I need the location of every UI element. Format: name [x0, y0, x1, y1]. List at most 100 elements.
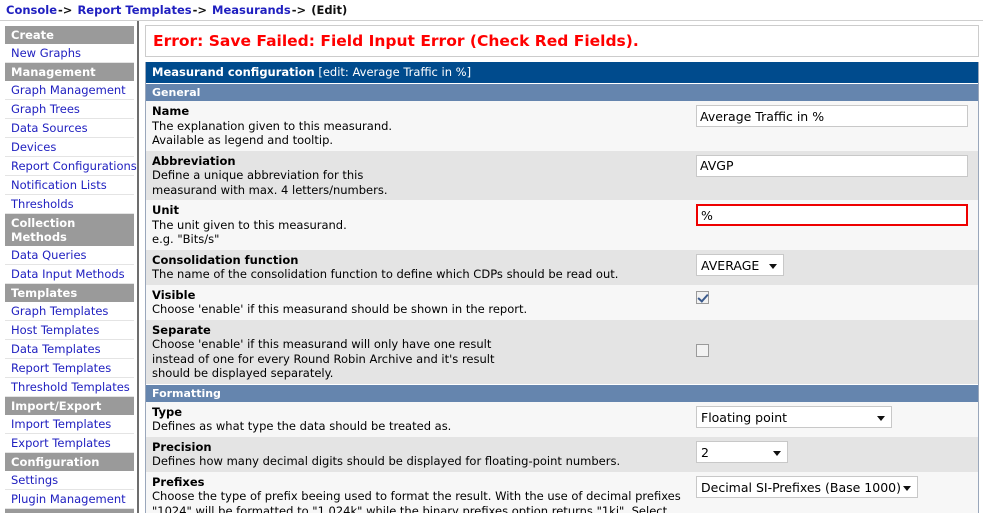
field-title-precision: Precision [152, 439, 212, 454]
field-row-separate: Separate Choose 'enable' if this measura… [146, 319, 978, 384]
field-desc-separate-3: should be displayed separately. [152, 366, 334, 380]
error-message: Error: Save Failed: Field Input Error (C… [145, 25, 979, 57]
sidebar-header-create: Create [5, 26, 134, 44]
sidebar-item-devices[interactable]: Devices [5, 138, 134, 157]
field-desc-prefixes-2: "1024" will be formatted to "1.024k" whi… [152, 503, 668, 513]
sidebar-item-data-sources[interactable]: Data Sources [5, 119, 134, 138]
field-control-precision: 2 [696, 440, 978, 467]
field-label-visible: Visible Choose 'enable' if this measuran… [152, 288, 696, 317]
field-desc-type-1: Defines as what type the data should be … [152, 419, 452, 433]
field-label-precision: Precision Defines how many decimal digit… [152, 440, 696, 469]
sidebar: Create New Graphs Management Graph Manag… [0, 21, 139, 513]
chevron-down-icon [773, 450, 781, 456]
sidebar-item-threshold-templates[interactable]: Threshold Templates [5, 378, 134, 397]
breadcrumb-separator: -> [291, 3, 307, 17]
field-desc-abbreviation-2: measurand with max. 4 letters/numbers. [152, 182, 388, 197]
field-control-name [696, 104, 978, 127]
field-row-visible: Visible Choose 'enable' if this measuran… [146, 284, 978, 320]
measurand-configuration-panel: Measurand configuration [edit: Average T… [145, 62, 979, 513]
breadcrumb-current-edit: (Edit) [311, 3, 348, 17]
sidebar-item-graph-management[interactable]: Graph Management [5, 81, 134, 100]
type-value: Floating point [701, 409, 788, 425]
section-header-formatting: Formatting [146, 383, 978, 402]
page-root: Console-> Report Templates-> Measurands-… [0, 0, 983, 513]
abbreviation-input[interactable] [696, 154, 968, 177]
breadcrumb-separator: -> [192, 3, 208, 17]
field-label-consolidation-function: Consolidation function The name of the c… [152, 253, 696, 282]
field-title-unit: Unit [152, 203, 179, 217]
sidebar-item-report-configurations[interactable]: Report Configurations [5, 157, 137, 176]
sidebar-item-settings[interactable]: Settings [5, 471, 134, 490]
precision-select[interactable]: 2 [696, 440, 788, 463]
name-input[interactable] [696, 105, 968, 127]
panel-title-main: Measurand configuration [152, 65, 315, 79]
sidebar-item-thresholds[interactable]: Thresholds [5, 195, 134, 214]
field-label-abbreviation: Abbreviation Define a unique abbreviatio… [152, 154, 696, 198]
field-desc-visible-1: Choose 'enable' if this measurand should… [152, 302, 528, 316]
prefixes-select[interactable]: Decimal SI-Prefixes (Base 1000) [696, 475, 918, 498]
field-control-separate [696, 323, 978, 361]
sidebar-header-templates: Templates [5, 284, 134, 302]
visible-checkbox[interactable] [696, 290, 709, 304]
field-control-unit [696, 203, 978, 226]
field-title-type: Type [152, 404, 183, 419]
unit-input[interactable] [696, 204, 968, 226]
main-layout: Create New Graphs Management Graph Manag… [0, 21, 983, 513]
field-desc-name-1: The explanation given to this measurand. [152, 118, 393, 133]
field-row-name: Name The explanation given to this measu… [146, 101, 978, 151]
panel-title: Measurand configuration [edit: Average T… [146, 62, 978, 83]
content-area: Error: Save Failed: Field Input Error (C… [139, 21, 983, 513]
breadcrumb-link-measurands[interactable]: Measurands [212, 3, 291, 17]
field-title-visible: Visible [152, 287, 196, 302]
sidebar-item-plugin-management[interactable]: Plugin Management [5, 490, 134, 509]
field-label-prefixes: Prefixes Choose the type of prefix beein… [152, 475, 696, 513]
field-control-visible [696, 288, 978, 308]
field-desc-abbreviation-1: Define a unique abbreviation for this [152, 168, 364, 182]
field-label-separate: Separate Choose 'enable' if this measura… [152, 323, 696, 381]
field-control-consolidation-function: AVERAGE [696, 253, 978, 280]
field-title-abbreviation: Abbreviation [152, 153, 236, 168]
field-control-type: Floating point [696, 405, 978, 432]
separate-checkbox[interactable] [696, 343, 709, 357]
field-desc-name-2: Available as legend and tooltip. [152, 133, 334, 147]
sidebar-item-data-templates[interactable]: Data Templates [5, 340, 134, 359]
field-desc-unit-1: The unit given to this measurand. [152, 217, 347, 232]
field-desc-separate-2: instead of one for every Round Robin Arc… [152, 351, 495, 366]
sidebar-item-graph-templates[interactable]: Graph Templates [5, 302, 134, 321]
field-title-separate: Separate [152, 322, 211, 337]
sidebar-item-new-graphs[interactable]: New Graphs [5, 44, 134, 63]
field-label-type: Type Defines as what type the data shoul… [152, 405, 696, 434]
field-label-unit: Unit The unit given to this measurand. e… [152, 203, 696, 247]
breadcrumb-link-console[interactable]: Console [6, 3, 57, 17]
field-desc-unit-2: e.g. "Bits/s" [152, 232, 220, 246]
field-row-type: Type Defines as what type the data shoul… [146, 401, 978, 437]
chevron-down-icon [769, 263, 777, 269]
sidebar-header-import-export: Import/Export [5, 397, 134, 415]
sidebar-item-host-templates[interactable]: Host Templates [5, 321, 134, 340]
sidebar-item-report-templates[interactable]: Report Templates [5, 359, 134, 378]
breadcrumb-separator: -> [58, 3, 73, 17]
sidebar-header-management: Management [5, 63, 134, 81]
sidebar-header-collection-methods: Collection Methods [5, 214, 134, 246]
field-desc-precision-1: Defines how many decimal digits should b… [152, 454, 621, 468]
field-title-name: Name [152, 104, 190, 118]
field-desc-separate-1: Choose 'enable' if this measurand will o… [152, 337, 492, 351]
field-desc-prefixes-1: Choose the type of prefix beeing used to… [152, 489, 681, 503]
sidebar-item-data-input-methods[interactable]: Data Input Methods [5, 265, 134, 284]
sidebar-item-import-templates[interactable]: Import Templates [5, 415, 134, 434]
breadcrumb-link-report-templates[interactable]: Report Templates [77, 3, 191, 17]
field-label-name: Name The explanation given to this measu… [152, 104, 696, 148]
chevron-down-icon [877, 415, 885, 421]
sidebar-item-data-queries[interactable]: Data Queries [5, 246, 134, 265]
field-title-prefixes: Prefixes [152, 474, 205, 489]
field-control-abbreviation [696, 154, 978, 177]
sidebar-item-notification-lists[interactable]: Notification Lists [5, 176, 134, 195]
sidebar-item-graph-trees[interactable]: Graph Trees [5, 100, 134, 119]
panel-title-context: [edit: Average Traffic in %] [314, 65, 472, 79]
field-row-precision: Precision Defines how many decimal digit… [146, 436, 978, 472]
sidebar-item-export-templates[interactable]: Export Templates [5, 434, 134, 453]
type-select[interactable]: Floating point [696, 405, 892, 428]
sidebar-header-utilities: Utilities [5, 509, 134, 513]
breadcrumb: Console-> Report Templates-> Measurands-… [0, 0, 983, 21]
consolidation-function-select[interactable]: AVERAGE [696, 253, 784, 276]
